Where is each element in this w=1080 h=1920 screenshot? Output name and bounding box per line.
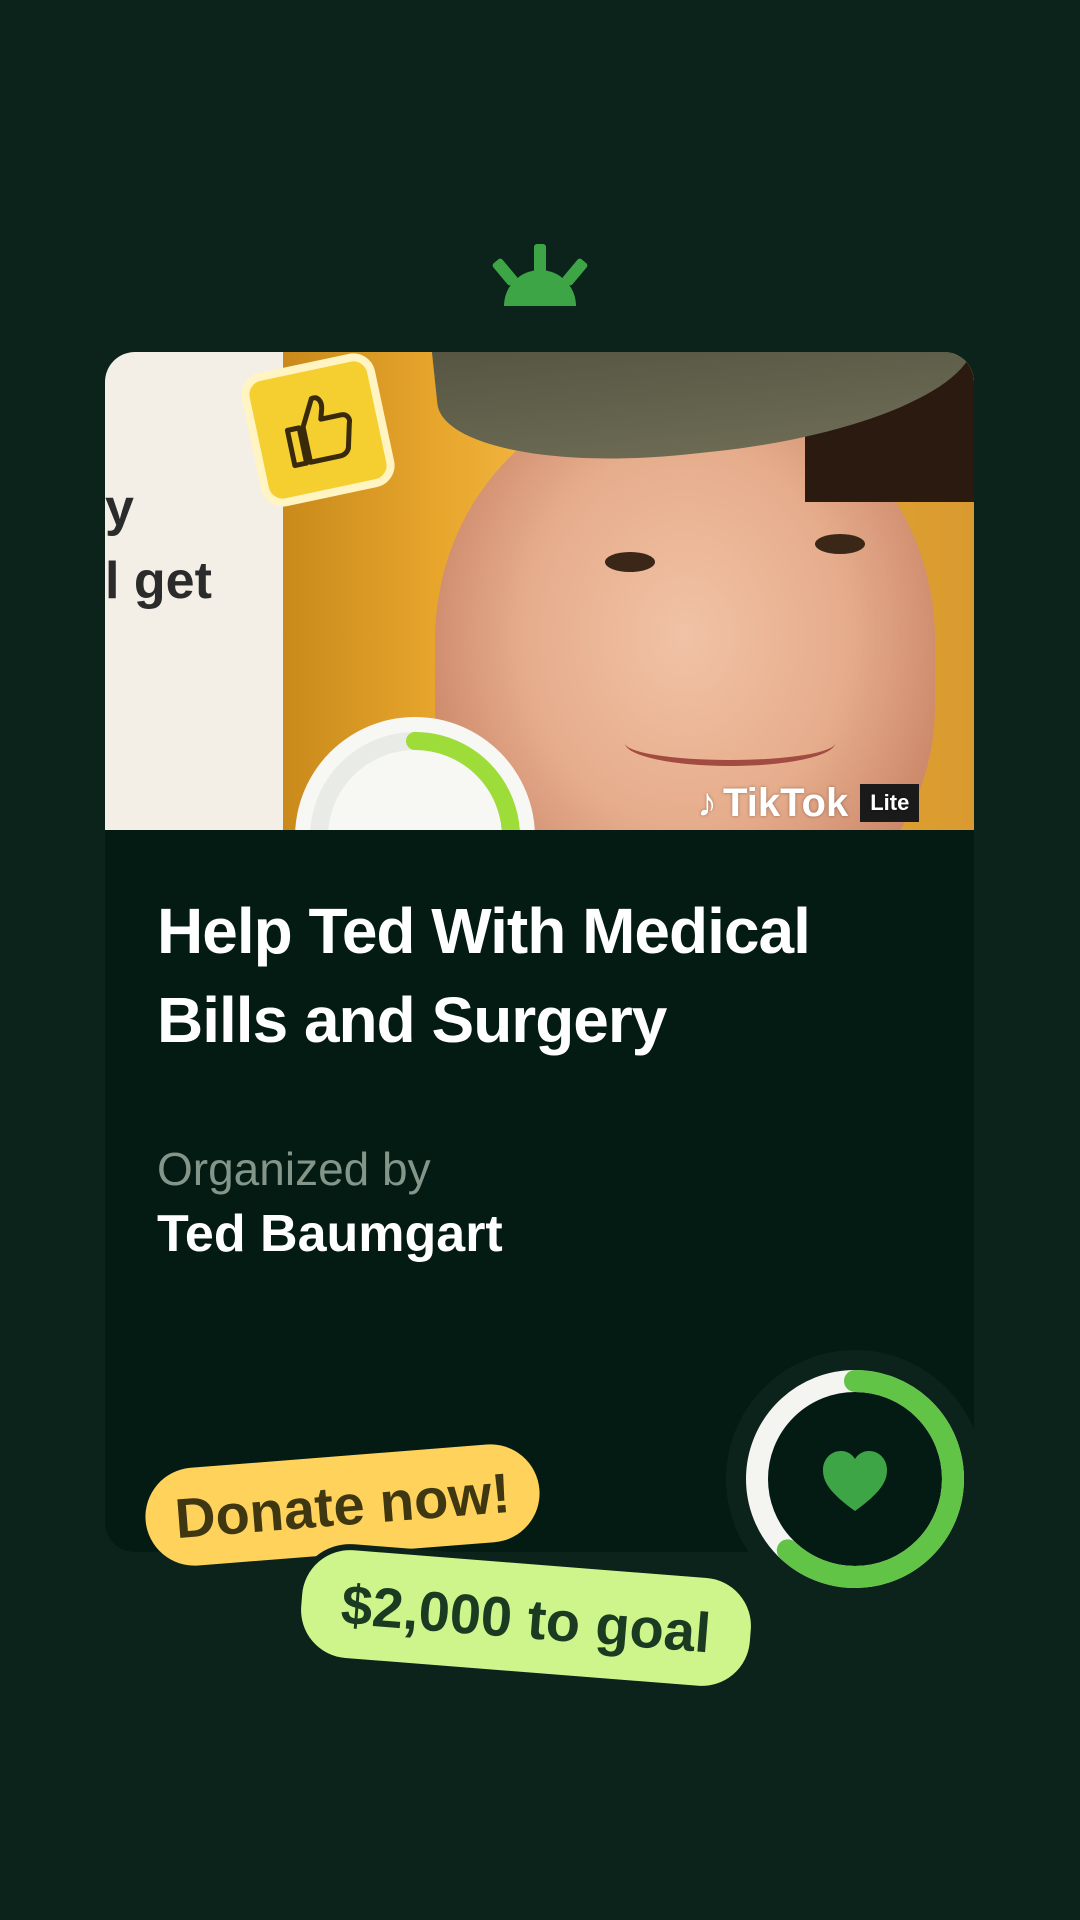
thumbs-up-tile — [237, 352, 399, 511]
donation-progress-ring — [726, 1350, 984, 1608]
campaign-title[interactable]: Help Ted With Medical Bills and Surgery — [157, 887, 917, 1065]
smile — [625, 720, 835, 766]
tiktok-watermark: ♪ TikTok Lite — [697, 780, 920, 826]
photo-text-fragment: l get — [105, 552, 212, 610]
goal-remaining-badge: $2,000 to goal — [291, 1540, 761, 1696]
organizer-name[interactable]: Ted Baumgart — [157, 1204, 503, 1264]
left-eye — [605, 552, 655, 572]
sunrise-logo-icon — [492, 244, 588, 306]
decorative-progress-ring — [295, 717, 535, 830]
campaign-photo[interactable]: y l get ♪ TikTok Lite — [105, 352, 974, 830]
thumbs-up-icon — [284, 395, 353, 469]
tiktok-lite-badge: Lite — [860, 784, 920, 822]
tiktok-wordmark: TikTok — [723, 780, 849, 825]
photo-text-fragment: y — [105, 479, 134, 537]
organizer-label: Organized by — [157, 1143, 431, 1195]
tiktok-note-icon: ♪ — [697, 780, 717, 825]
right-eye — [815, 534, 865, 554]
